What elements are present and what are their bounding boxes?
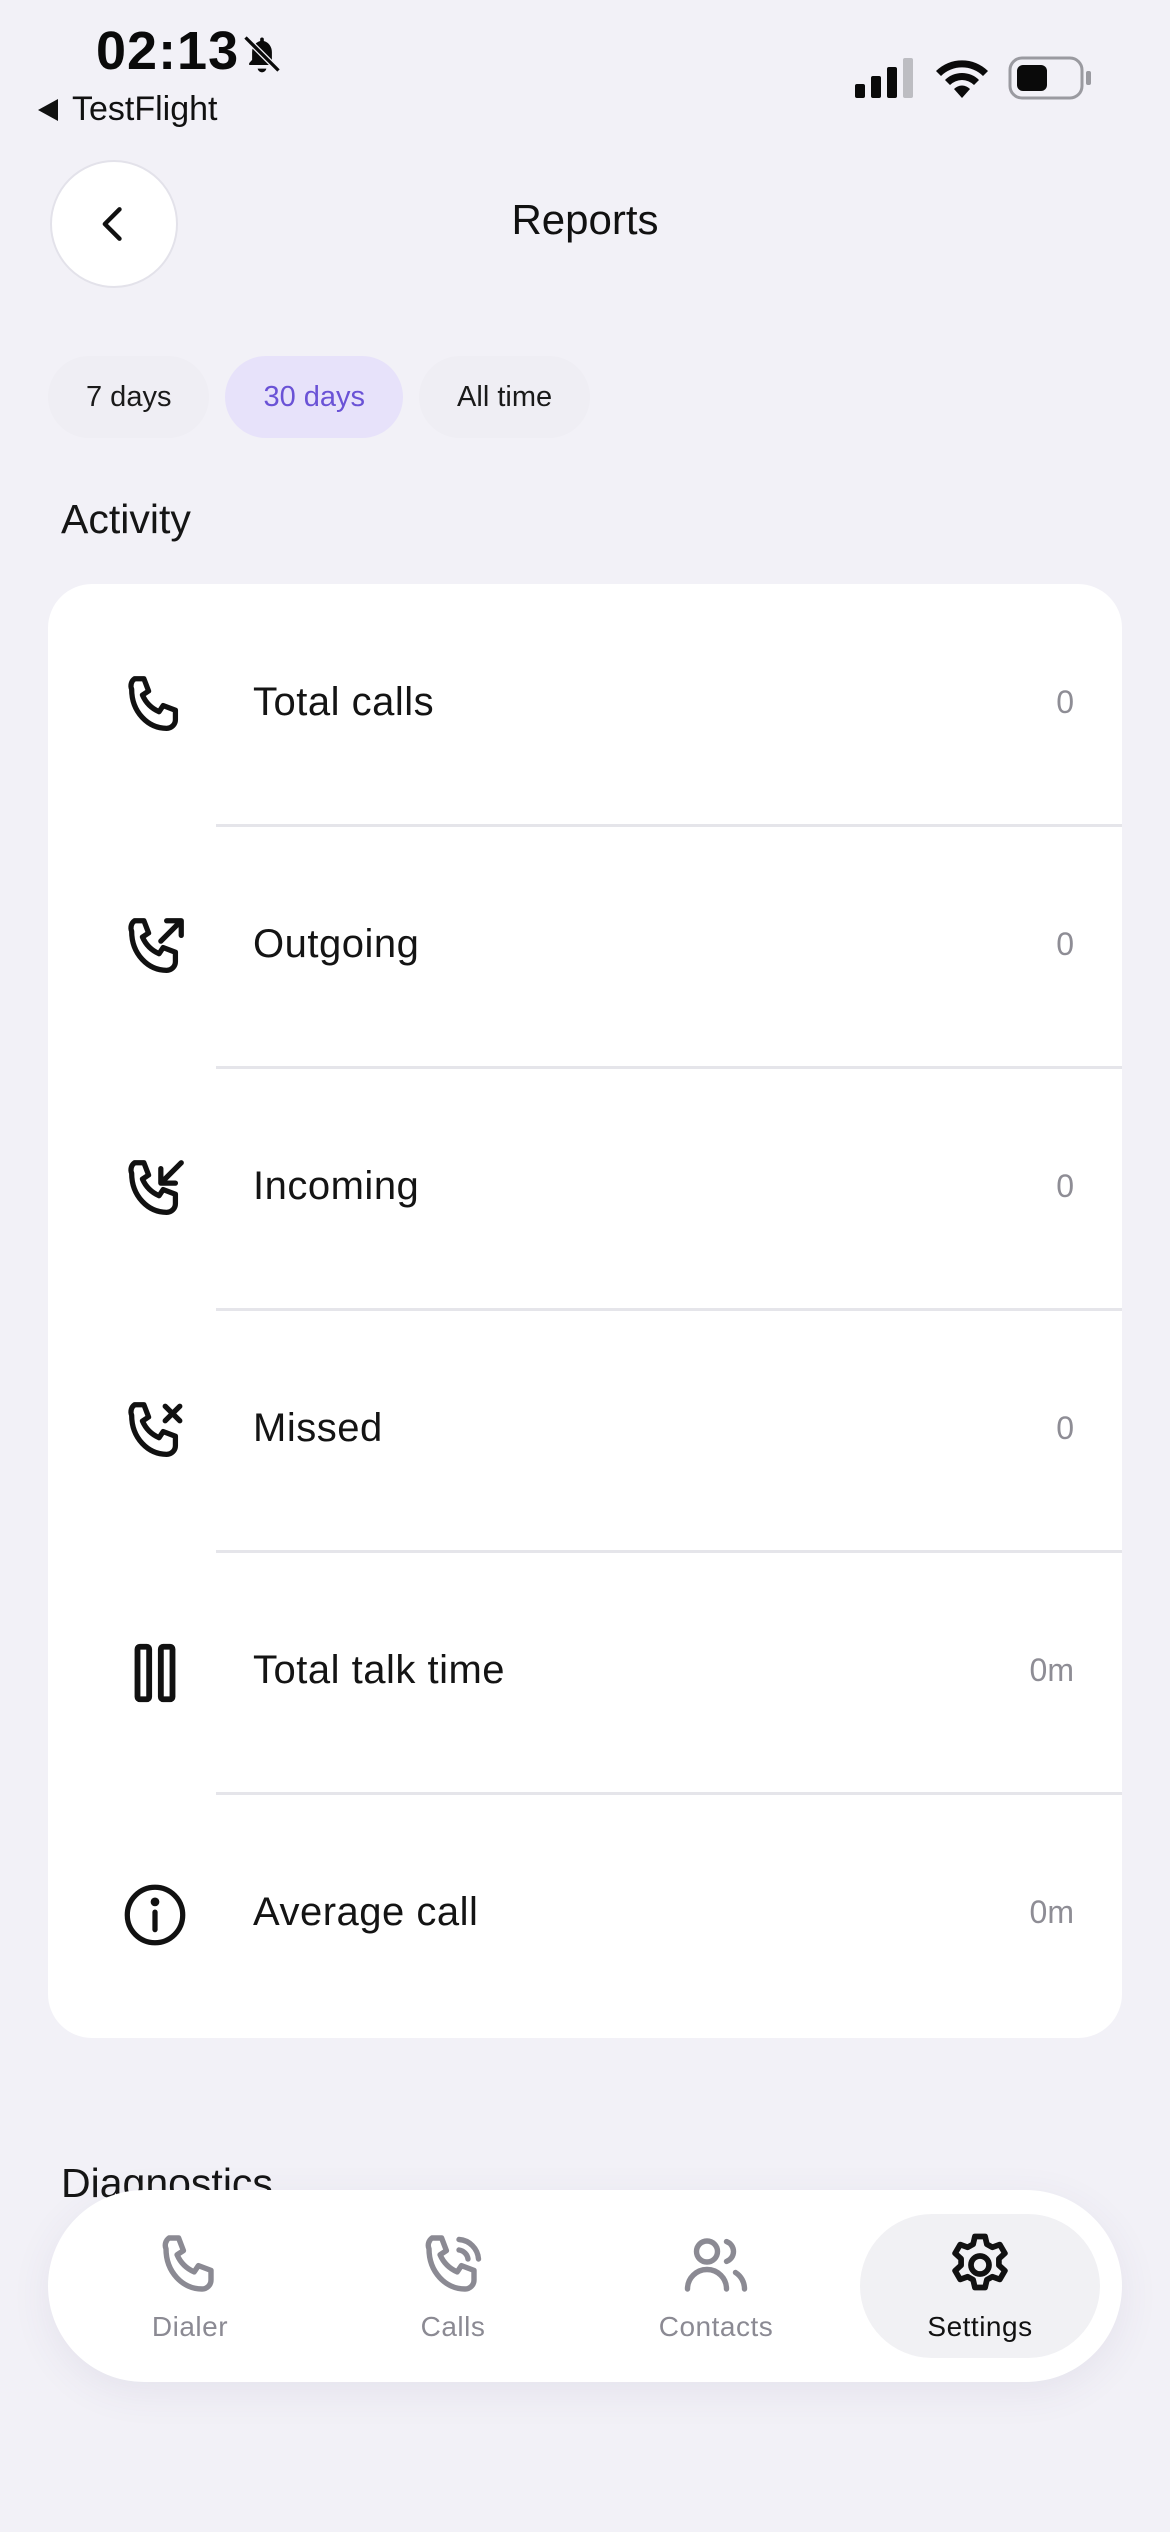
back-app-label: TestFlight xyxy=(72,90,218,128)
row-label: Average call xyxy=(253,1890,479,1934)
nav-label: Contacts xyxy=(658,2311,774,2342)
nav-item-dialer[interactable]: Dialer xyxy=(70,2190,310,2382)
nav-item-calls[interactable]: Calls xyxy=(333,2190,573,2382)
phone-icon xyxy=(128,676,179,731)
activity-card: Total calls 0 Outgoing 0 Incoming 0 Miss… xyxy=(48,584,1122,2038)
gear-icon xyxy=(952,2233,1008,2291)
nav-label: Calls xyxy=(420,2311,486,2342)
nav-label: Dialer xyxy=(151,2311,229,2342)
cellular-signal-icon xyxy=(855,58,913,98)
row-label: Incoming xyxy=(253,1164,420,1208)
row-value: 0m xyxy=(1029,1652,1074,1688)
reports-screen: 02:13 TestFlight Reports 7 days 30 days … xyxy=(0,0,1170,2532)
row-label: Outgoing xyxy=(253,922,420,966)
page-title: Reports xyxy=(511,196,659,243)
back-to-testflight-link[interactable]: TestFlight xyxy=(38,90,218,129)
nav-item-settings[interactable]: Settings xyxy=(860,2214,1100,2358)
bottom-nav: Dialer Calls Contacts Settings xyxy=(48,2190,1122,2382)
row-value: 0 xyxy=(1056,926,1074,962)
row-value: 0 xyxy=(1056,1168,1074,1204)
wifi-icon xyxy=(936,60,988,98)
status-time: 02:13 xyxy=(96,21,240,81)
back-triangle-icon xyxy=(38,98,58,121)
phone-ringing-icon xyxy=(425,2235,482,2292)
battery-icon xyxy=(1008,56,1091,100)
phone-incoming-icon xyxy=(128,1160,184,1215)
activity-row-incoming: Incoming 0 xyxy=(48,1068,1122,1310)
activity-section-title: Activity xyxy=(61,496,191,542)
row-label: Total talk time xyxy=(253,1648,506,1692)
activity-row-missed: Missed 0 xyxy=(48,1310,1122,1552)
nav-label: Settings xyxy=(927,2311,1033,2342)
phone-missed-icon xyxy=(128,1402,183,1457)
phone-outgoing-icon xyxy=(128,918,184,973)
bell-slash-icon xyxy=(243,35,281,73)
phone-icon xyxy=(162,2235,214,2292)
activity-row-average-call: Average call 0m xyxy=(48,1794,1122,2036)
row-value: 0 xyxy=(1056,1410,1074,1446)
row-label: Total calls xyxy=(253,680,435,724)
range-tabs: 7 days 30 days All time xyxy=(48,356,591,438)
activity-row-total-talk-time: Total talk time 0m xyxy=(48,1552,1122,1794)
activity-row-outgoing: Outgoing 0 xyxy=(48,826,1122,1068)
nav-item-contacts[interactable]: Contacts xyxy=(596,2190,836,2382)
users-icon xyxy=(684,2238,748,2292)
range-tab-30-days[interactable]: 30 days xyxy=(225,356,404,438)
range-tab-7-days[interactable]: 7 days xyxy=(48,356,210,438)
info-icon xyxy=(124,1884,186,1946)
row-value: 0 xyxy=(1056,684,1074,720)
range-tab-all-time[interactable]: All time xyxy=(419,356,591,438)
row-label: Missed xyxy=(253,1406,383,1450)
pause-icon xyxy=(134,1643,176,1703)
activity-row-total-calls: Total calls 0 xyxy=(48,584,1122,826)
row-value: 0m xyxy=(1029,1894,1074,1930)
